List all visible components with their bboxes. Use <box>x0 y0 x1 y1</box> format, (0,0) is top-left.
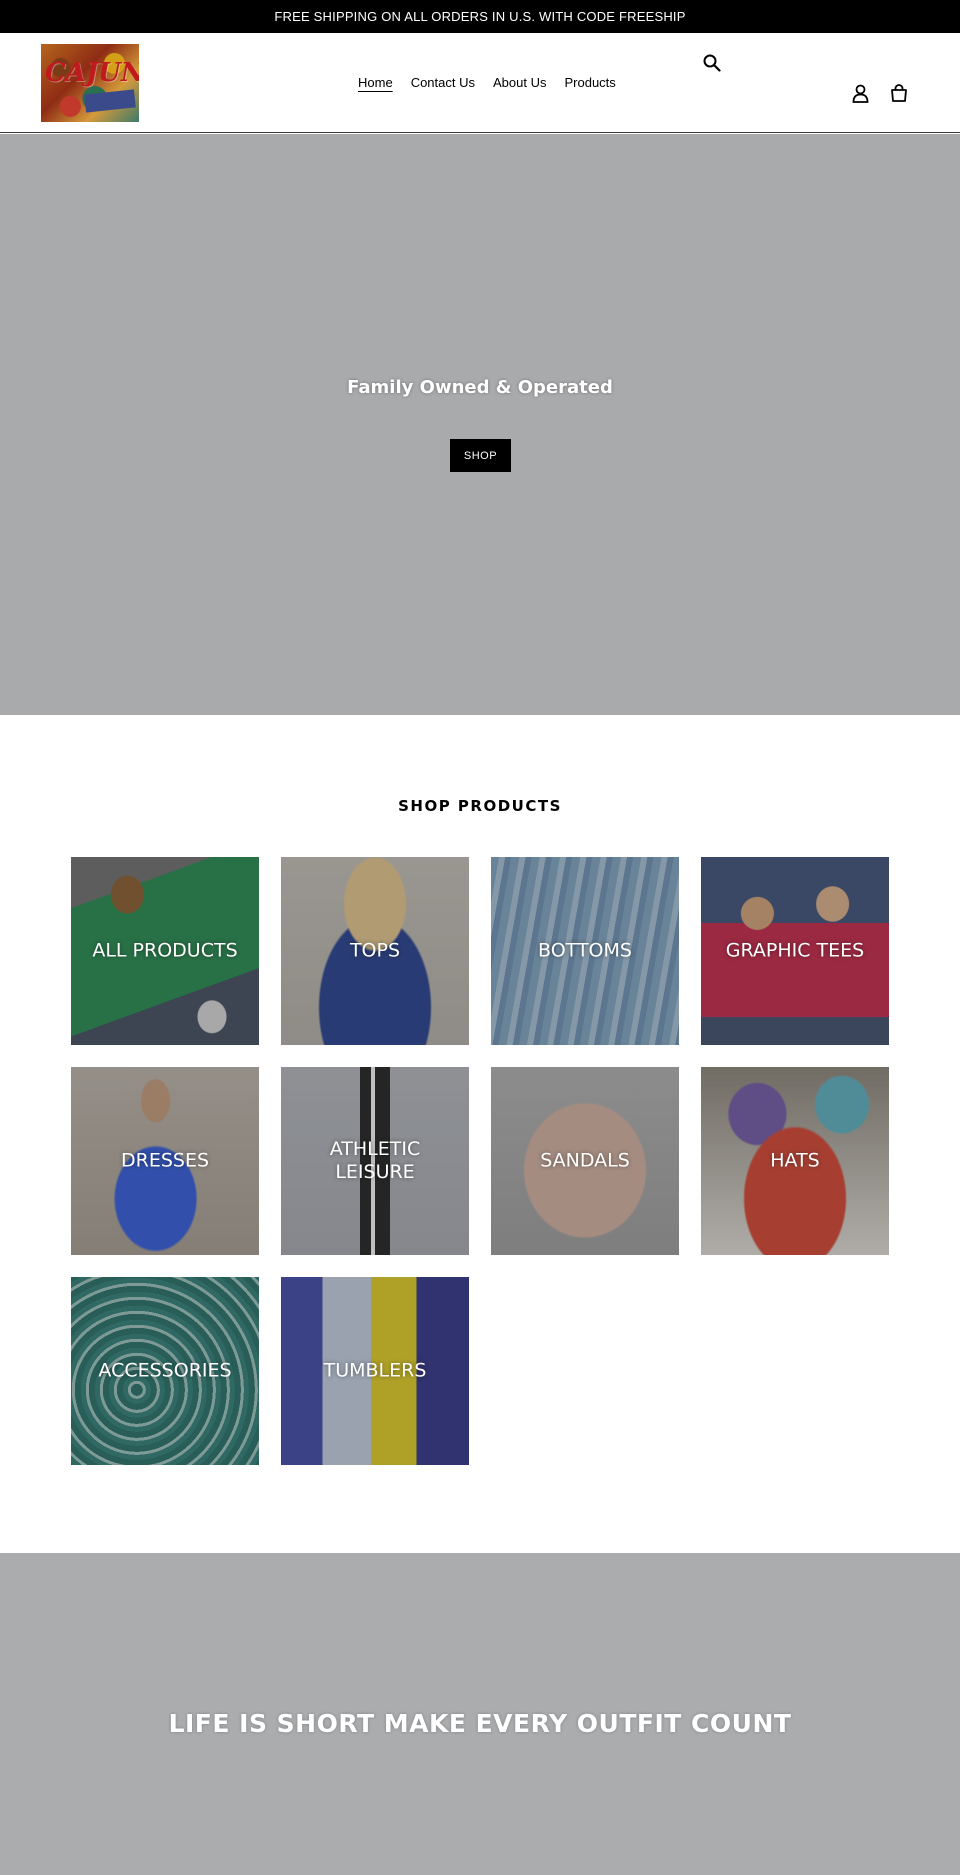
collection-tile-sandals[interactable]: SANDALS <box>491 1067 679 1255</box>
announcement-bar: FREE SHIPPING ON ALL ORDERS IN U.S. WITH… <box>0 0 960 33</box>
collection-label: ACCESSORIES <box>98 1359 232 1382</box>
collection-tile-hats[interactable]: HATS <box>701 1067 889 1255</box>
cart-icon[interactable] <box>890 84 908 102</box>
collection-tile-graphic-tees[interactable]: GRAPHIC TEES <box>701 857 889 1045</box>
nav-item-products[interactable]: Products <box>564 75 615 90</box>
logo-badge <box>84 89 136 113</box>
quote-banner: LIFE IS SHORT MAKE EVERY OUTFIT COUNT <box>0 1553 960 1875</box>
shop-button[interactable]: SHOP <box>450 439 511 472</box>
store-logo[interactable]: CAJUN <box>41 44 139 122</box>
nav-item-home[interactable]: Home <box>358 75 393 90</box>
collection-tile-all-products[interactable]: ALL PRODUCTS <box>71 857 259 1045</box>
collection-tile-athletic-leisure[interactable]: ATHLETIC LEISURE <box>281 1067 469 1255</box>
nav-item-contact-us[interactable]: Contact Us <box>411 75 475 90</box>
collection-tile-tumblers[interactable]: TUMBLERS <box>281 1277 469 1465</box>
collection-label: SANDALS <box>540 1149 630 1172</box>
collections-heading: SHOP PRODUCTS <box>398 797 562 815</box>
collection-label: ATHLETIC LEISURE <box>329 1138 421 1183</box>
announcement-text: FREE SHIPPING ON ALL ORDERS IN U.S. WITH… <box>274 9 686 24</box>
collection-label: ALL PRODUCTS <box>92 939 238 962</box>
collection-tile-tops[interactable]: TOPS <box>281 857 469 1045</box>
collection-tile-dresses[interactable]: DRESSES <box>71 1067 259 1255</box>
collection-label: BOTTOMS <box>538 939 632 962</box>
collection-label: TUMBLERS <box>323 1359 427 1382</box>
collection-tile-accessories[interactable]: ACCESSORIES <box>71 1277 259 1465</box>
search-icon[interactable] <box>703 54 721 72</box>
nav-item-about-us[interactable]: About Us <box>493 75 546 90</box>
main-nav: Home Contact Us About Us Products <box>358 75 616 90</box>
banner-text: LIFE IS SHORT MAKE EVERY OUTFIT COUNT <box>168 1709 792 1738</box>
collection-label: HATS <box>770 1149 820 1172</box>
collection-label: DRESSES <box>120 1149 210 1172</box>
site-header: CAJUN Home Contact Us About Us Products <box>0 33 960 133</box>
collection-label: GRAPHIC TEES <box>725 939 865 962</box>
hero-banner: Family Owned & Operated SHOP <box>0 134 960 715</box>
collection-label: TOPS <box>349 939 401 962</box>
account-icon[interactable] <box>852 84 869 103</box>
hero-title: Family Owned & Operated <box>347 377 613 398</box>
logo-wordmark: CAJUN <box>45 58 139 88</box>
collection-tile-bottoms[interactable]: BOTTOMS <box>491 857 679 1045</box>
